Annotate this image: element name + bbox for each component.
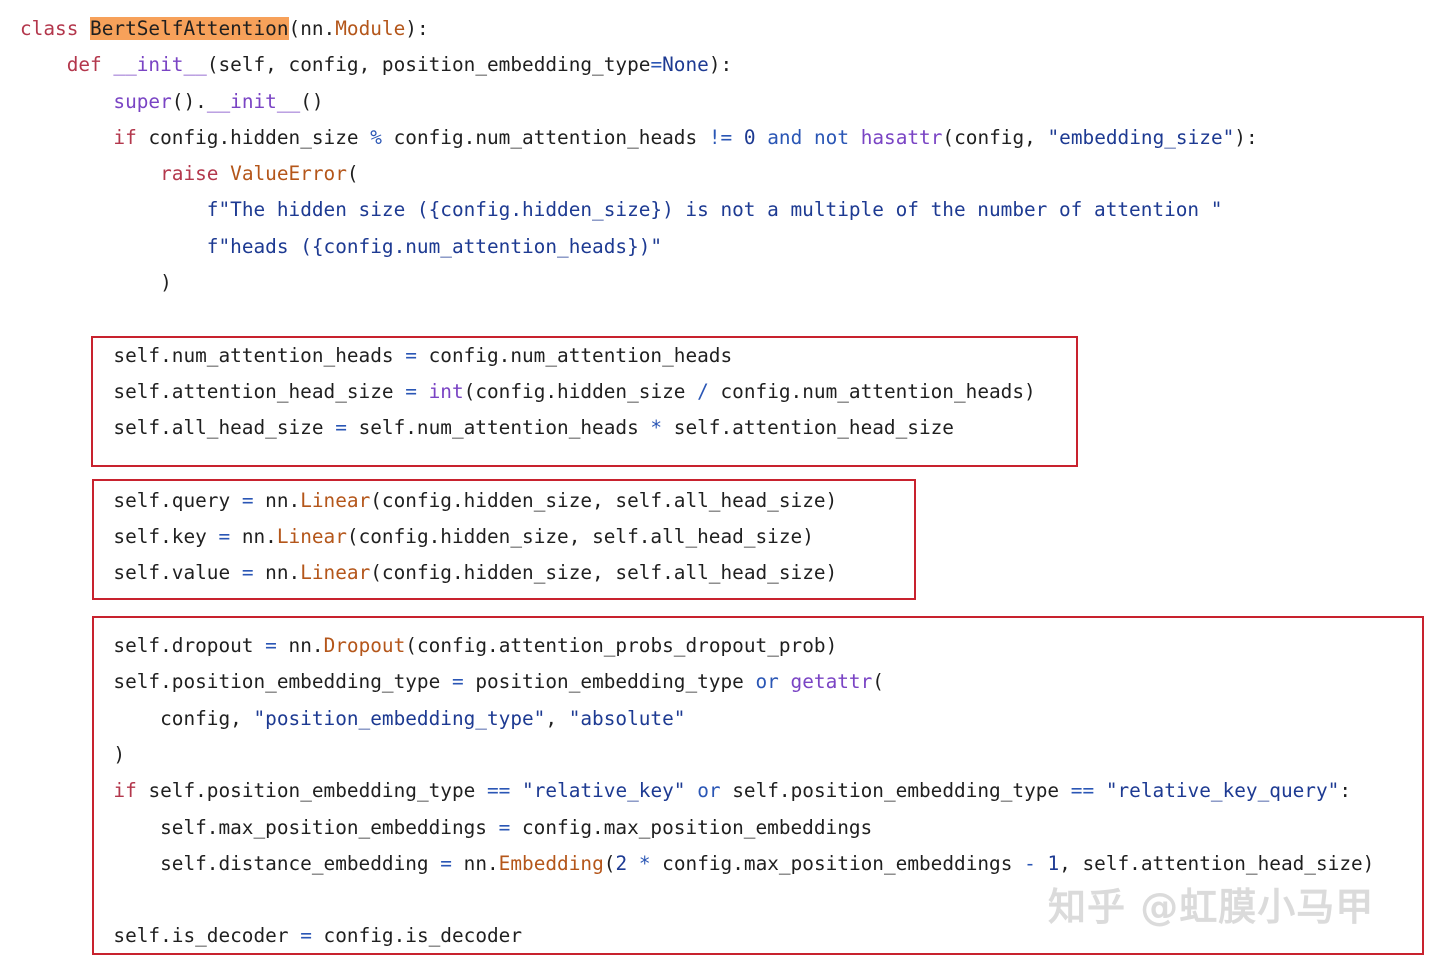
code-token: config.num_attention_heads	[381, 125, 709, 149]
highlight-box-head-sizes	[91, 336, 1078, 467]
code-token: ValueError	[230, 162, 347, 186]
code-token: ):	[1234, 125, 1258, 149]
code-token: not	[813, 125, 849, 149]
code-token: (self, config, position_embedding_type	[206, 53, 651, 77]
code-token: %	[370, 125, 382, 149]
code-token: (nn.	[288, 17, 336, 40]
code-token: __init__	[113, 53, 207, 77]
code-token: )	[20, 271, 172, 295]
code-line: def __init__(self, config, position_embe…	[20, 47, 1374, 83]
code-token: f"The hidden size ({config.hidden_size})…	[206, 198, 1223, 222]
code-token: (	[346, 162, 359, 186]
code-token: ):	[708, 53, 733, 77]
code-token: (config,	[942, 125, 1048, 149]
code-line: class BertSelfAttention(nn.Module):	[20, 11, 1374, 47]
code-line: f"heads ({config.num_attention_heads})"	[20, 229, 1374, 265]
code-token: class	[20, 17, 91, 40]
code-token: ()	[300, 89, 324, 113]
code-token: "embedding_size"	[1047, 125, 1235, 149]
watermark-text: 知乎 @虹膜小马甲	[1048, 885, 1375, 929]
code-token: ().	[171, 89, 207, 113]
highlight-box-qkv-linear	[92, 479, 916, 600]
code-token: __init__	[206, 89, 301, 113]
code-token: super	[113, 89, 172, 113]
code-token: ):	[405, 17, 429, 40]
code-line: if config.hidden_size % config.num_atten…	[20, 120, 1374, 156]
code-token: raise	[160, 162, 231, 186]
code-token: 0	[743, 125, 756, 149]
code-token: None	[662, 53, 709, 77]
code-token: if	[113, 125, 149, 149]
code-token: !=	[708, 125, 733, 149]
code-token: def	[66, 53, 114, 77]
code-line: super().__init__()	[20, 84, 1374, 120]
code-token: Module	[335, 17, 406, 40]
highlighted-class-name: BertSelfAttention	[90, 17, 289, 40]
code-token: =	[650, 53, 663, 77]
code-line: )	[20, 265, 1374, 301]
code-line: f"The hidden size ({config.hidden_size})…	[20, 192, 1374, 228]
code-token: f"heads ({config.num_attention_heads})"	[206, 234, 663, 258]
code-token: and	[767, 125, 803, 149]
code-token: config.hidden_size	[148, 125, 371, 149]
code-line: raise ValueError(	[20, 156, 1374, 192]
code-token: hasattr	[860, 125, 943, 149]
